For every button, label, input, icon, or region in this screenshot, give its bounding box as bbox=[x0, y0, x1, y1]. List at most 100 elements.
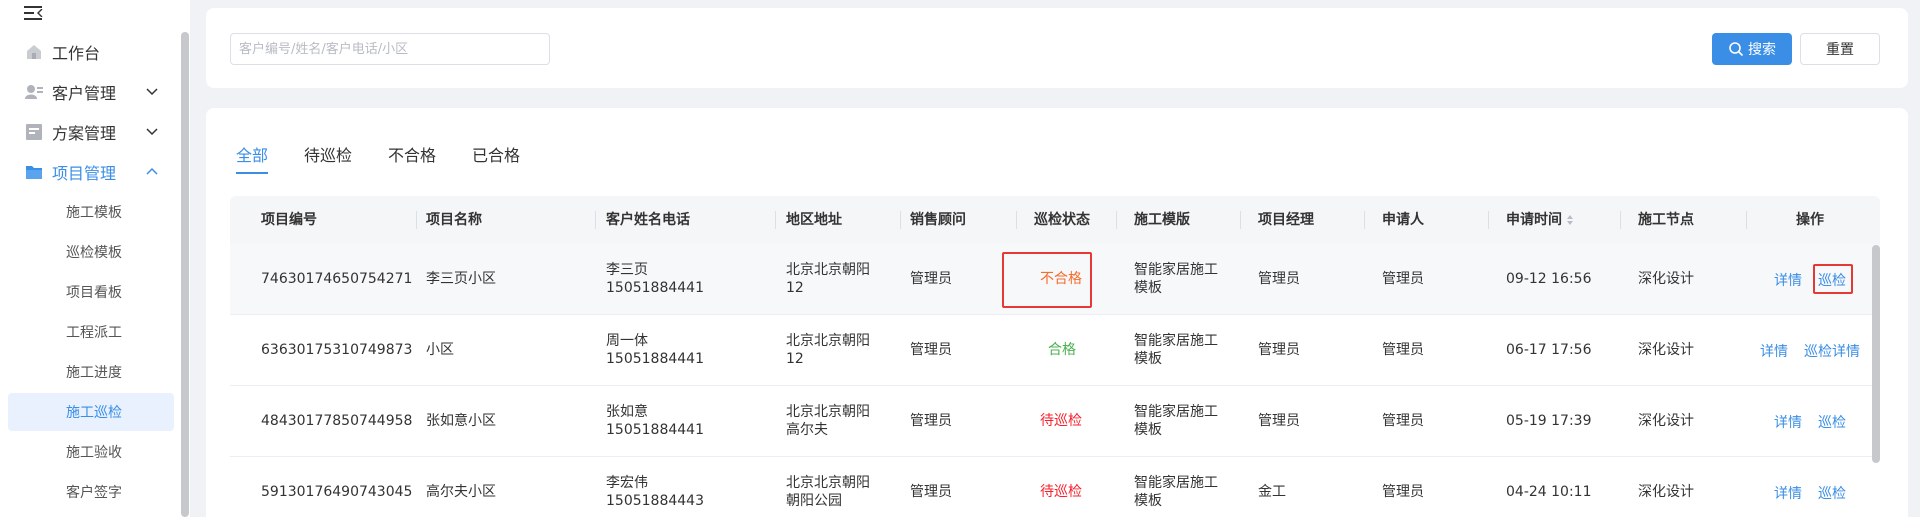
chevron-down-icon bbox=[146, 88, 158, 96]
sidebar-subitem-customer-sign[interactable]: 客户签字 bbox=[8, 473, 174, 511]
cell-customer: 李三页 bbox=[606, 262, 648, 278]
inspect-link[interactable]: 巡检 bbox=[1818, 483, 1846, 503]
chevron-up-icon bbox=[146, 167, 158, 175]
sort-icon[interactable] bbox=[1566, 214, 1574, 226]
project-table: 项目编号 项目名称 客户姓名电话 地区地址 销售顾问 巡检状态 施工模版 项目经… bbox=[230, 196, 1880, 517]
sidebar-item-plan[interactable]: 方案管理 bbox=[0, 112, 175, 152]
cell-time: 06-17 17:56 bbox=[1506, 342, 1592, 358]
sidebar-subitem-inspection-template[interactable]: 巡检模板 bbox=[8, 233, 174, 271]
tab-pending[interactable]: 待巡检 bbox=[304, 142, 352, 166]
col-header-sales: 销售顾问 bbox=[910, 212, 966, 228]
cell-template-line2: 模板 bbox=[1134, 493, 1162, 509]
col-header-applicant: 申请人 bbox=[1382, 212, 1424, 228]
search-button[interactable]: 搜索 bbox=[1712, 33, 1792, 65]
search-icon bbox=[1729, 42, 1744, 57]
sidebar-subitem-label: 巡检模板 bbox=[66, 245, 122, 261]
sidebar-subitem-inspection[interactable]: 施工巡检 bbox=[8, 393, 174, 431]
sidebar-subitem-progress[interactable]: 施工进度 bbox=[8, 353, 174, 391]
sidebar-subitem-acceptance[interactable]: 施工验收 bbox=[8, 433, 174, 471]
cell-node: 深化设计 bbox=[1638, 413, 1694, 429]
col-header-status: 巡检状态 bbox=[1034, 212, 1090, 228]
sidebar-subitem-construction-template[interactable]: 施工模板 bbox=[8, 193, 174, 231]
cell-status: 待巡检 bbox=[1040, 484, 1082, 500]
detail-link[interactable]: 详情 bbox=[1774, 270, 1802, 290]
sidebar-subitem-label: 施工进度 bbox=[66, 365, 122, 381]
search-button-label: 搜索 bbox=[1748, 42, 1776, 58]
table-row: 63630175310749873 小区 周一体 15051884441 北京北… bbox=[230, 315, 1880, 386]
sidebar-subitem-project-board[interactable]: 项目看板 bbox=[8, 273, 174, 311]
sidebar-subitem-label: 项目看板 bbox=[66, 285, 122, 301]
cell-status: 合格 bbox=[1048, 342, 1076, 358]
cell-code: 74630174650754271 bbox=[261, 271, 413, 287]
tab-all[interactable]: 全部 bbox=[236, 142, 268, 166]
col-header-actions: 操作 bbox=[1796, 212, 1824, 228]
col-header-code: 项目编号 bbox=[261, 212, 317, 228]
cell-node: 深化设计 bbox=[1638, 484, 1694, 500]
cell-template-line2: 模板 bbox=[1134, 351, 1162, 367]
col-header-template: 施工模版 bbox=[1134, 212, 1190, 228]
tab-passed[interactable]: 已合格 bbox=[472, 142, 520, 166]
cell-customer: 张如意 bbox=[606, 404, 648, 420]
cell-name: 李三页小区 bbox=[426, 271, 496, 287]
tab-failed[interactable]: 不合格 bbox=[388, 142, 436, 166]
sidebar-subitem-label: 客户签字 bbox=[66, 485, 122, 501]
cell-address-line1: 北京北京朝阳 bbox=[786, 475, 870, 491]
cell-pm: 管理员 bbox=[1258, 342, 1300, 358]
cell-template-line1: 智能家居施工 bbox=[1134, 333, 1218, 349]
cell-phone: 15051884441 bbox=[606, 351, 704, 367]
table-scrollbar[interactable] bbox=[1872, 245, 1880, 463]
cell-applicant: 管理员 bbox=[1382, 271, 1424, 287]
cell-template-line1: 智能家居施工 bbox=[1134, 475, 1218, 491]
col-header-node: 施工节点 bbox=[1638, 212, 1694, 228]
folder-icon bbox=[26, 166, 42, 179]
cell-code: 63630175310749873 bbox=[261, 342, 413, 358]
search-panel: 搜索 重置 bbox=[206, 8, 1908, 88]
cell-phone: 15051884441 bbox=[606, 280, 704, 296]
cell-pm: 管理员 bbox=[1258, 413, 1300, 429]
col-header-time[interactable]: 申请时间 bbox=[1506, 196, 1574, 244]
cell-pm: 金工 bbox=[1258, 484, 1286, 500]
cell-address-line1: 北京北京朝阳 bbox=[786, 262, 870, 278]
sidebar-subitem-dispatch[interactable]: 工程派工 bbox=[8, 313, 174, 351]
sidebar-subitem-label: 施工验收 bbox=[66, 445, 122, 461]
sidebar-scrollbar[interactable] bbox=[181, 32, 189, 517]
sidebar-item-label: 方案管理 bbox=[52, 124, 117, 143]
menu-collapse-icon[interactable] bbox=[24, 4, 44, 22]
col-header-customer: 客户姓名电话 bbox=[606, 212, 690, 228]
cell-sales: 管理员 bbox=[910, 342, 952, 358]
cell-address-line2: 12 bbox=[786, 351, 804, 367]
cell-address-line1: 北京北京朝阳 bbox=[786, 333, 870, 349]
active-tab-indicator bbox=[236, 172, 268, 174]
cell-name: 张如意小区 bbox=[426, 413, 496, 429]
sidebar-item-project[interactable]: 项目管理 bbox=[0, 152, 175, 192]
detail-link[interactable]: 详情 bbox=[1760, 341, 1788, 361]
detail-link[interactable]: 详情 bbox=[1774, 412, 1802, 432]
cell-customer: 周一体 bbox=[606, 333, 648, 349]
detail-link[interactable]: 详情 bbox=[1774, 483, 1802, 503]
inspect-link[interactable]: 巡检 bbox=[1818, 412, 1846, 432]
sidebar-item-workbench[interactable]: 工作台 bbox=[0, 32, 175, 72]
inspection-detail-link[interactable]: 巡检详情 bbox=[1804, 341, 1860, 361]
cell-applicant: 管理员 bbox=[1382, 413, 1424, 429]
reset-button-label: 重置 bbox=[1826, 42, 1854, 58]
cell-applicant: 管理员 bbox=[1382, 342, 1424, 358]
sidebar-item-label: 项目管理 bbox=[52, 164, 117, 183]
sidebar-subitem-label: 施工巡检 bbox=[66, 405, 122, 421]
cell-time: 04-24 10:11 bbox=[1506, 484, 1592, 500]
cell-node: 深化设计 bbox=[1638, 271, 1694, 287]
col-header-time-label: 申请时间 bbox=[1506, 212, 1562, 228]
cell-pm: 管理员 bbox=[1258, 271, 1300, 287]
document-icon bbox=[26, 124, 42, 140]
sidebar-item-customer[interactable]: 客户管理 bbox=[0, 72, 175, 112]
cell-template-line1: 智能家居施工 bbox=[1134, 262, 1218, 278]
sidebar-subitem-label: 施工模板 bbox=[66, 205, 122, 221]
reset-button[interactable]: 重置 bbox=[1800, 33, 1880, 65]
sidebar-item-label: 工作台 bbox=[52, 44, 101, 63]
table-row: 59130176490743045 高尔夫小区 李宏伟 15051884443 … bbox=[230, 457, 1880, 517]
cell-template-line1: 智能家居施工 bbox=[1134, 404, 1218, 420]
search-input[interactable] bbox=[230, 33, 550, 65]
cell-time: 05-19 17:39 bbox=[1506, 413, 1592, 429]
cell-code: 59130176490743045 bbox=[261, 484, 413, 500]
cell-template-line2: 模板 bbox=[1134, 422, 1162, 438]
cell-address-line2: 朝阳公园 bbox=[786, 493, 842, 509]
